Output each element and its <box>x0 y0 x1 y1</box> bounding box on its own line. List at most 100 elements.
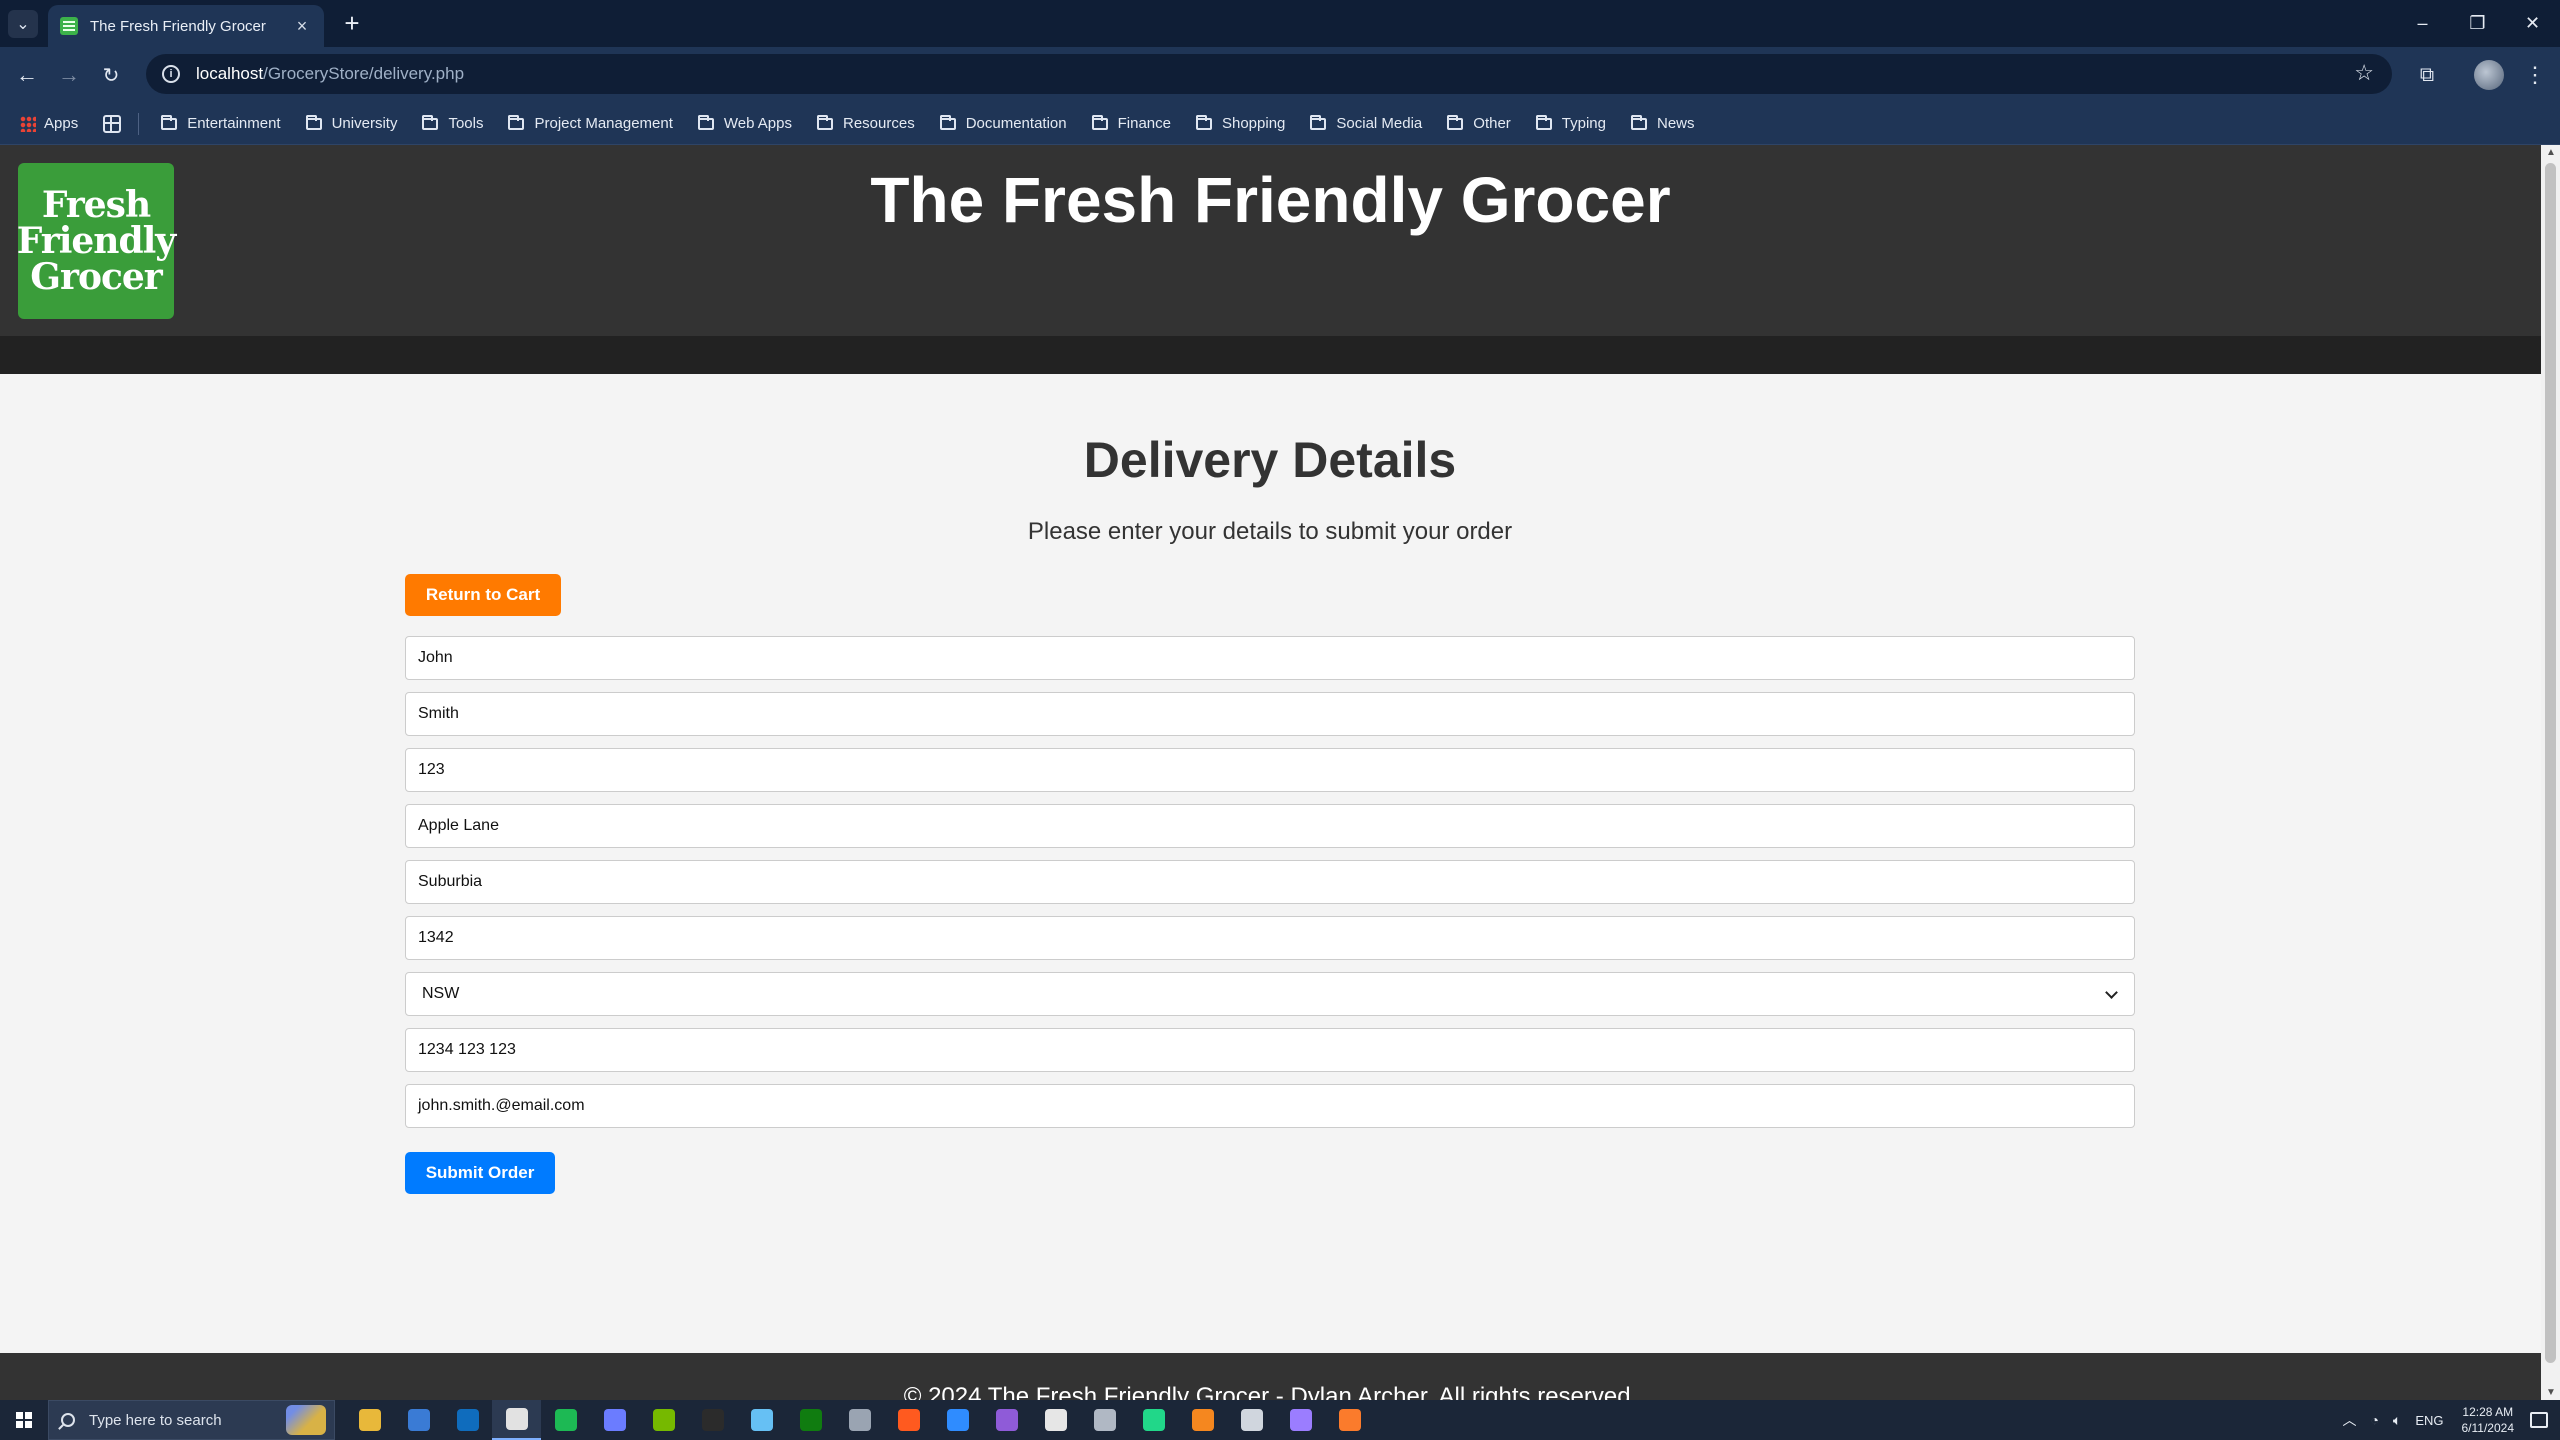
street-number-input[interactable]: 123 <box>405 748 2135 792</box>
taskbar-app-icon[interactable] <box>541 1400 590 1440</box>
forward-arrow-icon[interactable]: → <box>54 60 84 90</box>
notification-center-icon[interactable] <box>2530 1412 2548 1428</box>
input-language[interactable]: ENG <box>2415 1413 2443 1428</box>
taskbar-app-icon[interactable] <box>1178 1400 1227 1440</box>
extensions-puzzle-icon[interactable]: ⧉ <box>2412 60 2442 90</box>
browser-menu-kebab-icon[interactable]: ⋮ <box>2520 60 2550 90</box>
bookmark-folder[interactable]: Web Apps <box>697 114 792 132</box>
bookmark-folder[interactable]: Finance <box>1091 114 1171 132</box>
bookmark-folder[interactable]: Project Management <box>508 114 673 132</box>
app-glyph-icon <box>946 1409 969 1431</box>
taskbar-clock[interactable]: 12:28 AM 6/11/2024 <box>2462 1404 2515 1436</box>
reload-icon[interactable]: ↻ <box>96 60 126 90</box>
scroll-up-arrow-icon[interactable]: ▲ <box>2546 147 2556 158</box>
taskbar-app-icon[interactable] <box>1227 1400 1276 1440</box>
phone-input[interactable]: 1234 123 123 <box>405 1028 2135 1072</box>
taskbar-app-icon[interactable] <box>345 1400 394 1440</box>
minimize-icon[interactable]: – <box>2395 0 2450 47</box>
search-icon <box>61 1413 75 1427</box>
taskbar-app-icon[interactable] <box>737 1400 786 1440</box>
email-input[interactable]: john.smith.@email.com <box>405 1084 2135 1128</box>
folder-icon <box>1535 114 1552 130</box>
folder-icon <box>422 114 439 130</box>
app-glyph-icon <box>505 1408 528 1430</box>
site-nav-bar <box>0 336 2541 374</box>
bookmark-folder[interactable]: Other <box>1447 114 1511 132</box>
taskbar-search-box[interactable]: Type here to search <box>48 1400 335 1440</box>
submit-order-button[interactable]: Submit Order <box>405 1152 555 1194</box>
bookmark-folder[interactable]: University <box>305 114 397 132</box>
folder-icon <box>161 114 178 130</box>
bookmark-folder[interactable]: Documentation <box>939 114 1067 132</box>
folder-icon <box>697 114 714 130</box>
back-arrow-icon[interactable]: ← <box>12 60 42 90</box>
restore-icon[interactable]: ❐ <box>2450 0 2505 47</box>
state-select[interactable]: NSW <box>405 972 2135 1016</box>
bookmark-folder[interactable]: Tools <box>422 114 483 132</box>
app-glyph-icon <box>1093 1409 1116 1431</box>
tab-list-chevron-icon[interactable]: ⌄ <box>8 10 38 38</box>
bookmark-folder[interactable]: Resources <box>817 114 915 132</box>
bookmark-folder[interactable]: Entertainment <box>161 114 281 132</box>
taskbar-app-icon[interactable] <box>590 1400 639 1440</box>
tab-active[interactable]: The Fresh Friendly Grocer × <box>48 5 324 47</box>
app-glyph-icon <box>1338 1409 1361 1431</box>
taskbar-app-icon[interactable] <box>639 1400 688 1440</box>
taskbar-app-icon[interactable] <box>394 1400 443 1440</box>
clock-date: 6/11/2024 <box>2461 1421 2515 1435</box>
suburb-input[interactable]: Suburbia <box>405 860 2135 904</box>
taskbar-app-icon[interactable] <box>835 1400 884 1440</box>
delivery-form: John Smith 123 Apple Lane Suburbia 1342 … <box>405 636 2135 1194</box>
tab-groups-icon[interactable] <box>103 114 122 133</box>
postcode-input[interactable]: 1342 <box>405 916 2135 960</box>
app-glyph-icon <box>358 1409 381 1431</box>
bookmark-folder[interactable]: Shopping <box>1195 114 1285 132</box>
bookmark-folder[interactable]: Social Media <box>1310 114 1422 132</box>
scroll-down-arrow-icon[interactable]: ▼ <box>2546 1387 2556 1398</box>
app-glyph-icon <box>1142 1409 1165 1431</box>
bookmark-star-icon[interactable]: ☆ <box>2354 60 2374 86</box>
taskbar-app-icon[interactable] <box>443 1400 492 1440</box>
delivery-form-section: Delivery Details Please enter your detai… <box>405 374 2135 1194</box>
bookmark-folder[interactable]: Typing <box>1535 114 1606 132</box>
taskbar-app-icon[interactable] <box>933 1400 982 1440</box>
app-glyph-icon <box>897 1409 920 1431</box>
taskbar-app-icon[interactable] <box>1031 1400 1080 1440</box>
new-tab-plus-icon[interactable]: + <box>338 10 366 38</box>
close-window-icon[interactable]: ✕ <box>2505 0 2560 47</box>
last-name-input[interactable]: Smith <box>405 692 2135 736</box>
folder-icon <box>1091 114 1108 130</box>
folder-icon <box>1631 114 1647 130</box>
windows-taskbar: Type here to search ︿ ◔ 🔈︎ ENG 12:28 AM … <box>0 1400 2560 1440</box>
profile-avatar[interactable] <box>2474 60 2504 90</box>
app-glyph-icon <box>1240 1409 1263 1431</box>
network-icon[interactable]: ◔ <box>2370 1412 2378 1428</box>
footer-copyright: © 2024 The Fresh Friendly Grocer - Dylan… <box>903 1383 1638 1400</box>
taskbar-app-icon[interactable] <box>1129 1400 1178 1440</box>
first-name-input[interactable]: John <box>405 636 2135 680</box>
taskbar-app-icon[interactable] <box>786 1400 835 1440</box>
taskbar-app-icon[interactable] <box>1325 1400 1374 1440</box>
street-name-input[interactable]: Apple Lane <box>405 804 2135 848</box>
taskbar-app-icon[interactable] <box>688 1400 737 1440</box>
return-to-cart-button[interactable]: Return to Cart <box>405 574 561 616</box>
taskbar-app-icon[interactable] <box>1080 1400 1129 1440</box>
page-scrollbar[interactable]: ▲ ▼ <box>2541 145 2560 1400</box>
taskbar-app-icon[interactable] <box>1276 1400 1325 1440</box>
bookmark-folder[interactable]: News <box>1631 114 1695 132</box>
taskbar-app-icon[interactable] <box>982 1400 1031 1440</box>
address-bar[interactable]: i localhost/GroceryStore/delivery.php ☆ <box>146 54 2392 94</box>
tray-overflow-chevron-icon[interactable]: ︿ <box>2342 1410 2356 1430</box>
taskbar-app-icon[interactable] <box>884 1400 933 1440</box>
volume-icon[interactable]: 🔈︎ <box>2393 1412 2401 1429</box>
scrollbar-thumb[interactable] <box>2545 163 2556 1363</box>
window-controls: – ❐ ✕ <box>2395 0 2560 47</box>
system-tray: ︿ ◔ 🔈︎ ENG 12:28 AM 6/11/2024 <box>2342 1400 2560 1440</box>
windows-start-icon[interactable] <box>0 1400 48 1440</box>
taskbar-app-icon[interactable] <box>492 1400 541 1440</box>
bookmark-apps[interactable]: Apps <box>20 115 78 132</box>
folder-icon <box>1447 114 1464 130</box>
site-info-icon[interactable]: i <box>162 65 180 83</box>
folder-icon <box>508 114 525 130</box>
tab-close-icon[interactable]: × <box>292 16 312 37</box>
